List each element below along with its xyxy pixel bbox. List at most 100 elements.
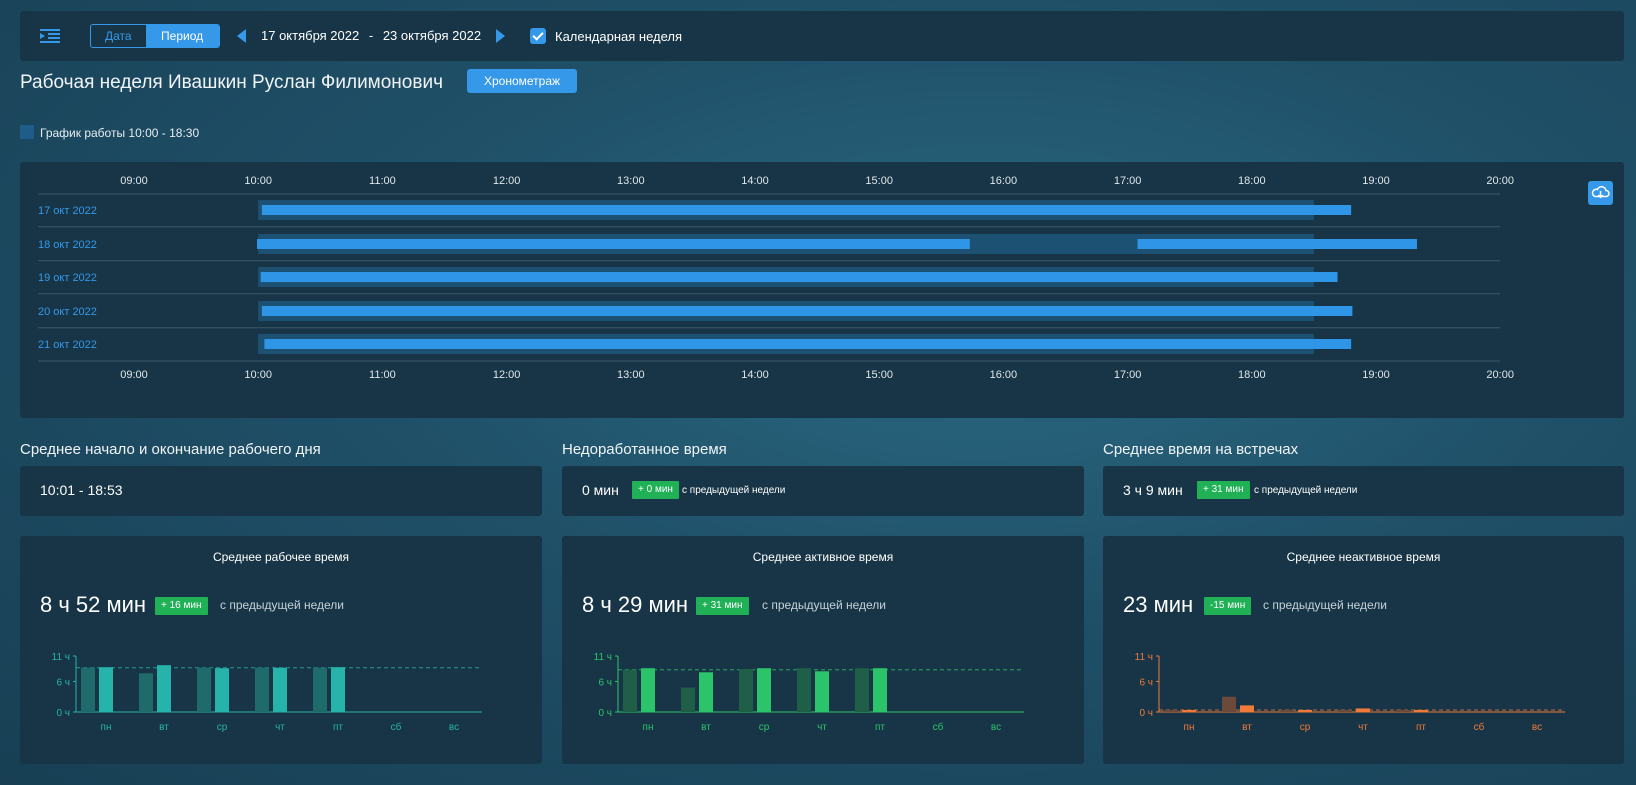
start-end-value: 10:01 - 18:53	[40, 482, 123, 498]
activity-segment	[260, 272, 1338, 282]
timeline-hour-bottom: 15:00	[865, 369, 893, 381]
timeline-hour-top: 10:00	[244, 175, 272, 187]
x-tick-label: вс	[1532, 722, 1542, 733]
activity-segment	[261, 205, 1352, 215]
x-tick-label: пн	[643, 722, 654, 733]
y-tick-label: 0 ч	[598, 708, 612, 719]
x-tick-label: вт	[159, 722, 169, 733]
underworked-title: Недоработанное время	[562, 441, 727, 458]
bar	[157, 665, 171, 712]
bar	[99, 667, 113, 712]
start-end-title: Среднее начало и окончание рабочего дня	[20, 441, 321, 458]
activity-segment	[326, 339, 1352, 349]
x-tick-label: пт	[1416, 722, 1426, 733]
x-tick-label: чт	[1358, 722, 1368, 733]
mode-switch: Дата Период	[90, 24, 220, 48]
activity-segment	[264, 339, 327, 349]
bar	[757, 668, 771, 712]
bar	[699, 672, 713, 712]
timeline-hour-top: 12:00	[493, 175, 521, 187]
timeline-hour-top: 13:00	[617, 175, 645, 187]
bar	[641, 668, 655, 712]
bar	[1164, 709, 1178, 712]
page-title: Рабочая неделя Ивашкин Руслан Филимонови…	[20, 72, 443, 93]
x-tick-label: чт	[817, 722, 827, 733]
bar	[855, 668, 869, 712]
tab-period[interactable]: Период	[145, 25, 219, 47]
menu-indent-icon[interactable]	[40, 27, 60, 45]
x-tick-label: пн	[101, 722, 112, 733]
activity-segment	[256, 239, 970, 249]
inactive-time-card: Среднее неактивное время 23 мин -15 мин …	[1103, 536, 1624, 764]
activity-segment	[1137, 239, 1417, 249]
x-tick-label: вс	[991, 722, 1001, 733]
y-tick-label: 6 ч	[56, 677, 70, 688]
x-tick-label: ср	[759, 722, 770, 733]
x-tick-label: пт	[333, 722, 343, 733]
x-tick-label: чт	[275, 722, 285, 733]
y-tick-label: 11 ч	[1135, 652, 1153, 663]
bar	[797, 668, 811, 712]
bar	[1414, 709, 1428, 712]
x-tick-label: вт	[701, 722, 711, 733]
timing-button[interactable]: Хронометраж	[467, 69, 577, 93]
date-range: 17 октября 2022 - 23 октября 2022	[261, 28, 487, 43]
timeline-hour-top: 09:00	[120, 175, 148, 187]
x-tick-label: сб	[933, 721, 944, 733]
bar	[215, 668, 229, 712]
work-timeline: 09:00 09:00 10:00 10:00 11:00 11:00 12:00 12:00…	[20, 162, 1624, 418]
y-tick-label: 11 ч	[594, 652, 612, 663]
x-tick-label: пн	[1184, 722, 1195, 733]
bar	[1182, 709, 1196, 712]
date-separator: -	[368, 28, 374, 43]
x-tick-label: вт	[1242, 722, 1252, 733]
work-time-card: Среднее рабочее время 8 ч 52 мин + 16 ми…	[20, 536, 542, 764]
bar	[1298, 709, 1312, 712]
meetings-card: 3 ч 9 мин + 31 мин с предыдущей недели	[1103, 466, 1624, 516]
cloud-download-icon	[1591, 185, 1610, 199]
timeline-row-label: 18 окт 2022	[38, 239, 97, 251]
active-time-bar-chart: 11 ч 6 ч 0 ч пн вт ср чт пт сб вс	[594, 652, 1024, 733]
calendar-week-checkbox[interactable]	[530, 28, 546, 44]
timeline-hour-top: 20:00	[1486, 175, 1514, 187]
bar	[623, 669, 637, 712]
bar	[331, 667, 345, 712]
timeline-row-label: 19 окт 2022	[38, 272, 97, 284]
tab-date[interactable]: Дата	[91, 25, 146, 47]
timeline-hour-bottom: 12:00	[493, 369, 521, 381]
timeline-hour-top: 16:00	[990, 175, 1018, 187]
bar	[1222, 696, 1236, 712]
underworked-value: 0 мин	[582, 482, 619, 498]
active-time-card: Среднее активное время 8 ч 29 мин + 31 м…	[562, 536, 1084, 764]
y-tick-label: 0 ч	[56, 708, 70, 719]
y-tick-label: 6 ч	[598, 677, 612, 688]
timeline-row-label: 17 окт 2022	[38, 205, 97, 217]
timeline-hour-top: 19:00	[1362, 175, 1390, 187]
timeline-hour-top: 17:00	[1114, 175, 1142, 187]
bar	[139, 673, 153, 712]
meetings-value: 3 ч 9 мин	[1123, 482, 1183, 498]
prev-period-arrow-icon[interactable]	[237, 29, 246, 43]
x-tick-label: ср	[217, 722, 228, 733]
timeline-hour-bottom: 14:00	[741, 369, 769, 381]
date-from[interactable]: 17 октября 2022	[261, 28, 359, 43]
meetings-title: Среднее время на встречах	[1103, 441, 1299, 458]
timeline-hour-bottom: 09:00	[120, 369, 148, 381]
cloud-download-button[interactable]	[1588, 181, 1613, 205]
next-period-arrow-icon[interactable]	[496, 29, 505, 43]
start-end-card: 10:01 - 18:53	[20, 466, 542, 516]
bar	[1240, 705, 1254, 712]
date-to[interactable]: 23 октября 2022	[383, 28, 481, 43]
bar	[681, 687, 695, 712]
timeline-hour-bottom: 20:00	[1486, 369, 1514, 381]
timeline-hour-bottom: 17:00	[1114, 369, 1142, 381]
bar	[197, 667, 211, 712]
x-tick-label: сб	[391, 721, 402, 733]
timeline-hour-bottom: 16:00	[990, 369, 1018, 381]
schedule-legend-swatch	[20, 125, 34, 139]
timeline-hour-top: 15:00	[865, 175, 893, 187]
activity-segment	[261, 306, 1353, 316]
x-tick-label: вс	[449, 722, 459, 733]
timeline-chart: 09:00 09:00 10:00 10:00 11:00 11:00 12:00 12:00…	[38, 175, 1514, 381]
work-time-bar-chart: 11 ч 6 ч 0 ч пн вт ср чт пт сб вс	[52, 652, 482, 733]
